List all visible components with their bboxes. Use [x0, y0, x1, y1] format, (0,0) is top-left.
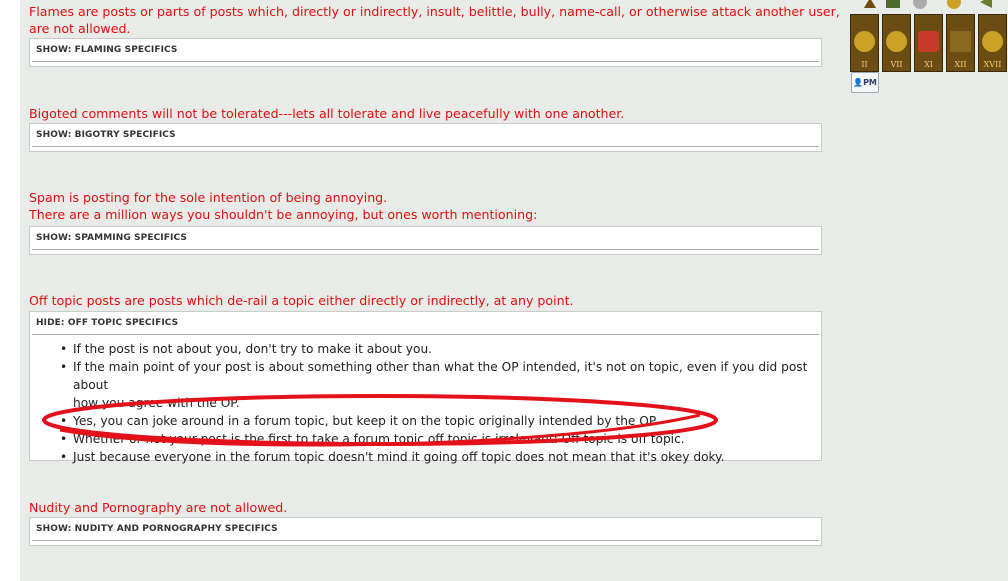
bigotry-spoiler: SHOW: BIGOTRY SPECIFICS — [29, 123, 822, 152]
flaming-spoiler-toggle[interactable]: SHOW: FLAMING SPECIFICS — [32, 39, 819, 62]
offtopic-rule-text: Off topic posts are posts which de-rail … — [29, 292, 574, 309]
rule-line: Bigoted comments will not be tolerated--… — [29, 106, 625, 121]
nudity-spoiler: SHOW: NUDITY AND PORNOGRAPHY SPECIFICS — [29, 517, 822, 546]
offtopic-spoiler-body: If the post is not about you, don't try … — [30, 340, 821, 466]
arrow-medal-icon — [980, 0, 992, 8]
top-medal-row — [864, 0, 992, 9]
rule-line: There are a million ways you shouldn't b… — [29, 207, 538, 222]
list-item: Just because everyone in the forum topic… — [60, 448, 821, 466]
globe-medal-icon — [913, 0, 927, 9]
spam-spoiler: SHOW: SPAMMING SPECIFICS — [29, 226, 822, 255]
list-item: If the main point of your post is about … — [60, 358, 821, 394]
pm-label: PM — [863, 78, 877, 87]
medal-number: XVII — [983, 60, 1002, 69]
bigotry-spoiler-toggle[interactable]: SHOW: BIGOTRY SPECIFICS — [32, 124, 819, 147]
medal-number: XI — [924, 60, 933, 69]
star-small-icon — [947, 0, 961, 9]
rule-line: Flames are posts or parts of posts which… — [29, 4, 868, 19]
medal-number: XII — [954, 60, 967, 69]
trophy-emblem — [854, 31, 875, 52]
plaque-emblem — [950, 31, 971, 52]
medal-number: VII — [890, 60, 903, 69]
list-item: Whether or not your post is the first to… — [60, 430, 821, 448]
rule-line: Spam is posting for the sole intention o… — [29, 190, 388, 205]
nudity-spoiler-toggle[interactable]: SHOW: NUDITY AND PORNOGRAPHY SPECIFICS — [32, 518, 819, 541]
bigotry-rule-text: Bigoted comments will not be tolerated--… — [29, 105, 624, 122]
flaming-rule-text: Flames are posts or parts of posts which… — [29, 3, 868, 37]
medal-row: II VII XI XII XVII — [850, 14, 1007, 72]
star-plaque-emblem — [982, 31, 1003, 52]
rule-line: Nudity and Pornography are not allowed. — [29, 500, 288, 515]
plaque-icon[interactable]: XII — [946, 14, 975, 72]
rule-line: are not allowed. — [29, 21, 131, 36]
star-emblem — [886, 31, 907, 52]
offtopic-spoiler: HIDE: OFF TOPIC SPECIFICS If the post is… — [29, 311, 822, 466]
flaming-spoiler: SHOW: FLAMING SPECIFICS — [29, 38, 822, 67]
star-plaque-icon[interactable]: XVII — [978, 14, 1007, 72]
offtopic-list: If the post is not about you, don't try … — [30, 340, 821, 466]
list-item: Yes, you can joke around in a forum topi… — [60, 412, 821, 430]
spam-rule-text: Spam is posting for the sole intention o… — [29, 189, 537, 223]
medal-number: II — [861, 60, 868, 69]
runner-medal-icon — [864, 0, 876, 8]
rule-line: Off topic posts are posts which de-rail … — [29, 293, 574, 308]
shield-medal-icon[interactable]: XI — [914, 14, 943, 72]
pm-button[interactable]: 👤PM — [851, 72, 879, 93]
trophy-icon[interactable]: II — [850, 14, 879, 72]
list-item: If the post is not about you, don't try … — [60, 340, 821, 358]
list-item-continuation: how you agree with the OP. — [73, 396, 240, 410]
offtopic-spoiler-toggle[interactable]: HIDE: OFF TOPIC SPECIFICS — [32, 312, 819, 335]
pm-icon: 👤 — [853, 78, 864, 87]
nudity-rule-text: Nudity and Pornography are not allowed. — [29, 499, 287, 516]
spam-spoiler-toggle[interactable]: SHOW: SPAMMING SPECIFICS — [32, 227, 819, 250]
user-sidebar: II VII XI XII XVII 👤PM — [842, 0, 1008, 581]
post-content: Flames are posts or parts of posts which… — [20, 0, 868, 581]
shield-emblem — [918, 31, 939, 52]
trophy-small-icon — [886, 0, 900, 8]
star-medal-icon[interactable]: VII — [882, 14, 911, 72]
